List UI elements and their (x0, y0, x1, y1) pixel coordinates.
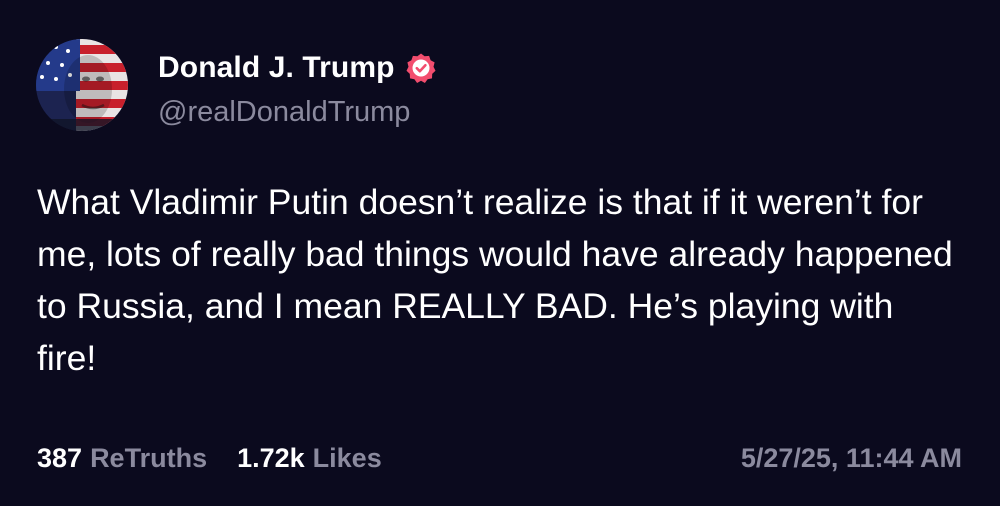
flag-portrait-avatar-image (36, 39, 128, 131)
author-display-name[interactable]: Donald J. Trump (158, 51, 395, 85)
likes-stat[interactable]: 1.72k Likes (237, 443, 382, 474)
author-handle[interactable]: @realDonaldTrump (158, 96, 410, 129)
retruths-count: 387 (37, 443, 83, 473)
post-body-text: What Vladimir Putin doesn’t realize is t… (37, 182, 953, 378)
avatar[interactable] (36, 39, 128, 131)
verified-badge-icon (405, 52, 437, 84)
truth-post: Donald J. Trump @realDonaldTrump What Vl… (0, 0, 1000, 506)
post-timestamp: 5/27/25, 11:44 AM (740, 443, 962, 473)
likes-count: 1.72k (237, 443, 305, 473)
author-name-row: Donald J. Trump (158, 48, 437, 88)
retruths-label: ReTruths (90, 443, 208, 473)
likes-label: Likes (312, 443, 382, 473)
retruths-stat[interactable]: 387 ReTruths (37, 443, 207, 474)
post-stats: 387 ReTruths 1.72k Likes (37, 443, 412, 474)
